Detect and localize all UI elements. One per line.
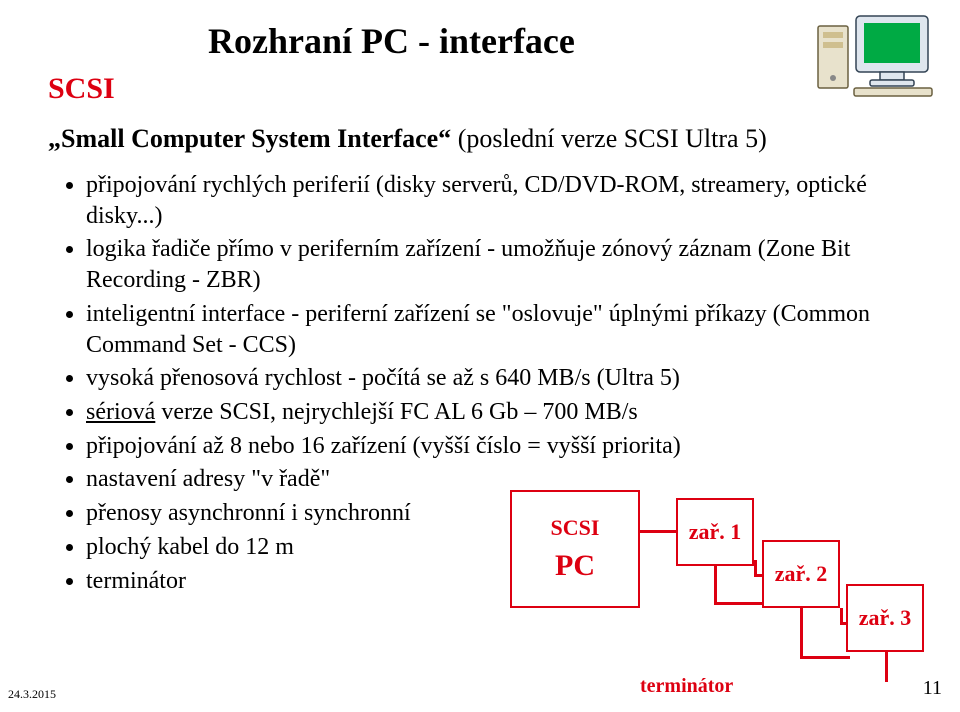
list-item: připojování rychlých periferií (disky se… (86, 170, 912, 231)
diagram-scsi-label: SCSI (551, 515, 600, 541)
wire (714, 602, 764, 605)
diagram-pc-box: SCSI PC (510, 490, 640, 608)
list-item: vysoká přenosová rychlost - počítá se až… (86, 363, 912, 394)
scsi-chain-diagram: SCSI PC zař. 1 zař. 2 zař. 3 (510, 490, 940, 700)
list-item: inteligentní interface - periferní zaříz… (86, 299, 912, 360)
list-item-text: verze SCSI, nejrychlejší FC AL 6 Gb – 70… (155, 399, 637, 425)
diagram-device-3: zař. 3 (846, 584, 924, 652)
slide: Rozhraní PC - interface SCSI „Small Comp… (0, 0, 960, 712)
footer-page-number: 11 (923, 677, 942, 700)
computer-illustration-icon (814, 8, 934, 98)
definition-bold: „Small Computer System Interface“ (48, 124, 458, 153)
section-heading-scsi: SCSI (48, 72, 912, 106)
serial-underline: sériová (86, 399, 155, 425)
list-item: připojování až 8 nebo 16 zařízení (vyšší… (86, 431, 912, 462)
wire (754, 560, 757, 574)
wire (640, 530, 676, 533)
wire (754, 574, 762, 577)
definition-line: „Small Computer System Interface“ (posle… (48, 124, 912, 154)
wire (885, 652, 888, 682)
list-item: logika řadiče přímo v periferním zařízen… (86, 234, 912, 295)
list-item: sériová verze SCSI, nejrychlejší FC AL 6… (86, 397, 912, 428)
wire (800, 656, 850, 659)
diagram-terminator-label: terminátor (640, 675, 733, 698)
wire (840, 608, 843, 622)
diagram-device-2: zař. 2 (762, 540, 840, 608)
wire (800, 608, 803, 656)
diagram-pc-label: PC (555, 549, 595, 583)
diagram-device-1: zař. 1 (676, 498, 754, 566)
wire (714, 566, 717, 602)
definition-rest: (poslední verze SCSI Ultra 5) (458, 124, 767, 153)
footer-date: 24.3.2015 (8, 687, 56, 702)
page-title: Rozhraní PC - interface (208, 20, 575, 62)
title-row: Rozhraní PC - interface (48, 14, 912, 62)
